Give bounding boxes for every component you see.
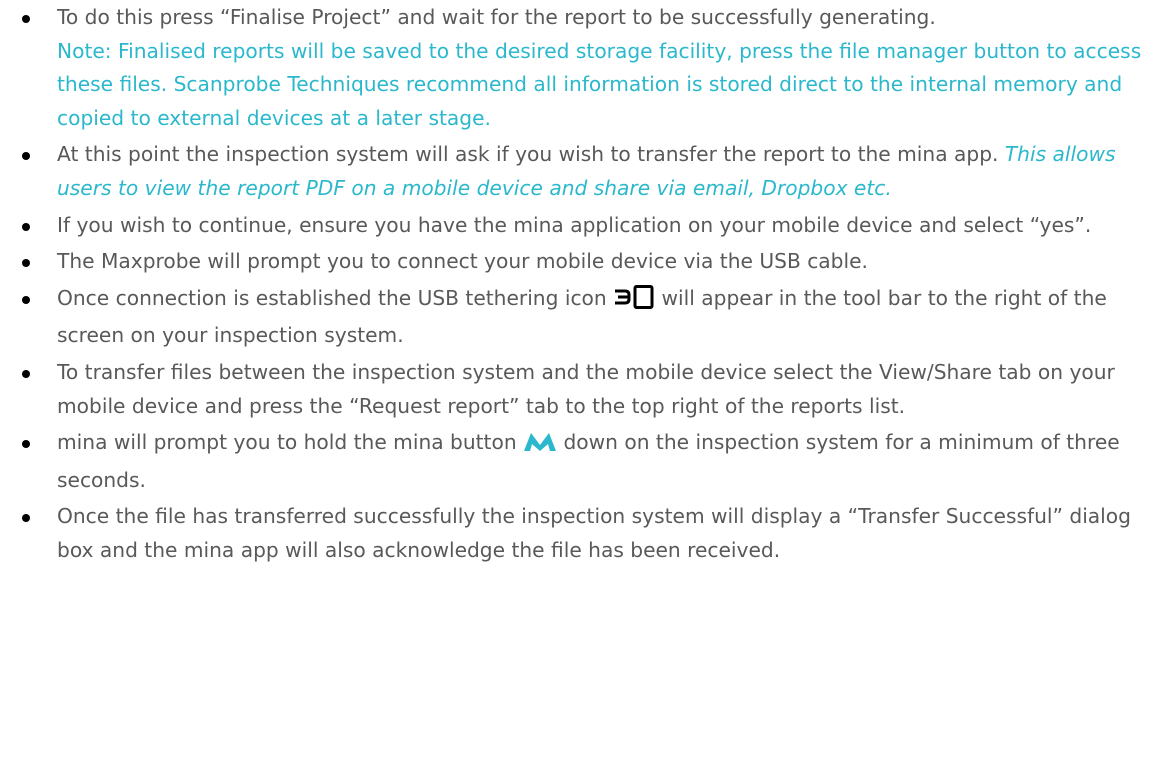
bullet-icon: [22, 15, 30, 23]
list-item: To do this press “Finalise Project” and …: [0, 1, 1157, 135]
bullet-icon: [22, 440, 30, 449]
item-text: To transfer files between the inspection…: [57, 359, 1115, 418]
item-text: If you wish to continue, ensure you have…: [57, 212, 1092, 237]
item-text: At this point the inspection system will…: [57, 142, 999, 167]
bullet-icon: [22, 514, 30, 523]
item-text: The Maxprobe will prompt you to connect …: [57, 249, 868, 274]
bullet-icon: [22, 369, 30, 378]
list-item: To transfer files between the inspection…: [0, 356, 1157, 423]
list-item: Once the file has transferred successful…: [0, 500, 1157, 567]
item-text-before: Once connection is established the USB t…: [57, 285, 607, 310]
item-text: Once the file has transferred successful…: [57, 504, 1131, 562]
bullet-icon: [22, 295, 30, 304]
note-text: Note: Finalised reports will be saved to…: [57, 38, 1142, 130]
instruction-list: To do this press “Finalise Project” and …: [0, 1, 1170, 568]
mina-logo-icon: [523, 430, 557, 464]
item-text-before: mina will prompt you to hold the mina bu…: [57, 430, 517, 455]
list-item: Once connection is established the USB t…: [0, 282, 1157, 353]
bullet-icon: [22, 259, 30, 268]
list-item: The Maxprobe will prompt you to connect …: [0, 245, 1157, 279]
item-text: To do this press “Finalise Project” and …: [57, 5, 936, 29]
document-body: To do this press “Finalise Project” and …: [0, 0, 1170, 571]
list-item: mina will prompt you to hold the mina bu…: [0, 426, 1157, 497]
list-item: At this point the inspection system will…: [0, 138, 1157, 205]
list-item: If you wish to continue, ensure you have…: [0, 209, 1157, 243]
bullet-icon: [22, 222, 30, 231]
usb-tethering-icon: [613, 284, 655, 320]
bullet-icon: [22, 152, 30, 161]
